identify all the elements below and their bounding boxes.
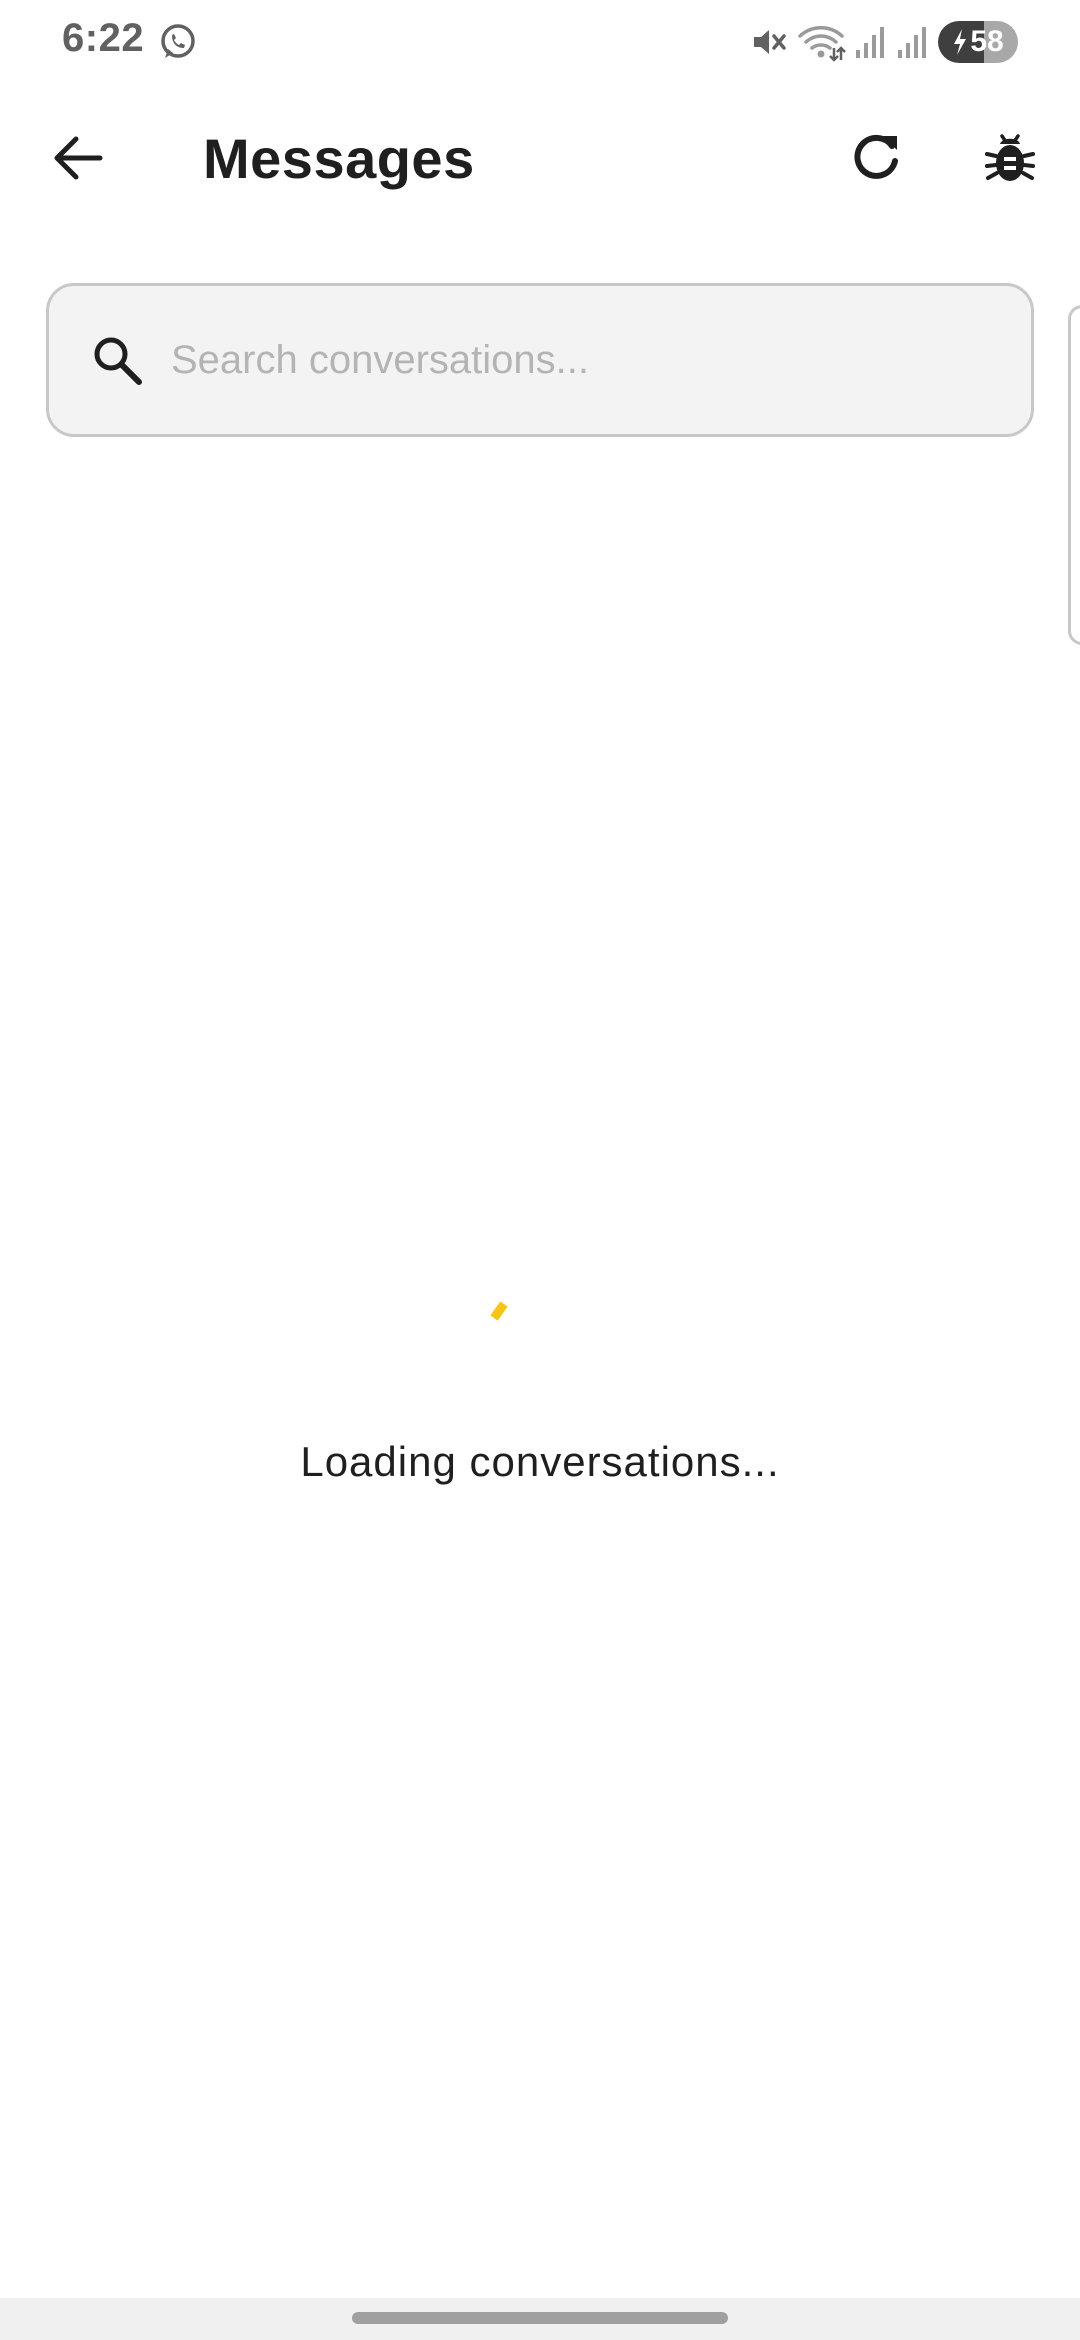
edge-panel-handle[interactable] — [1068, 305, 1080, 645]
navigation-bar — [0, 2298, 1080, 2340]
whatsapp-icon — [158, 22, 198, 62]
home-indicator[interactable] — [352, 2312, 728, 2324]
refresh-button[interactable] — [836, 122, 916, 198]
charging-icon — [952, 28, 968, 56]
search-bar[interactable] — [46, 283, 1034, 437]
debug-button[interactable] — [970, 122, 1050, 198]
search-input[interactable] — [169, 319, 1031, 401]
status-bar: 6:22 58 — [0, 0, 1080, 84]
signal-icon — [854, 22, 888, 62]
app-bar: Messages — [0, 100, 1080, 218]
back-button[interactable] — [38, 122, 118, 198]
search-icon — [87, 330, 147, 390]
loading-text: Loading conversations... — [300, 1438, 780, 1485]
battery-indicator: 58 — [938, 21, 1018, 63]
refresh-icon — [848, 130, 904, 191]
battery-level: 58 — [970, 25, 1004, 58]
status-time: 6:22 — [62, 16, 145, 60]
bug-icon — [984, 130, 1036, 191]
messages-screen: 6:22 58 Messages Search conversations...… — [0, 0, 1080, 2340]
mute-icon — [748, 22, 788, 62]
page-title: Messages — [203, 127, 475, 190]
signal-icon — [896, 22, 930, 62]
loading-spinner — [484, 1296, 514, 1326]
status-icons: 58 — [748, 18, 1018, 66]
arrow-left-icon — [52, 135, 104, 186]
wifi-icon — [796, 22, 846, 62]
